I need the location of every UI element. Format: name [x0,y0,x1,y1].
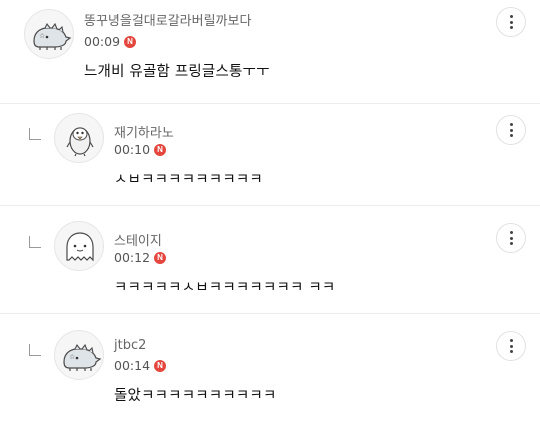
more-options-button[interactable] [496,223,526,253]
comment-timestamp: 00:10 N [114,142,167,157]
comment-timestamp: 00:09 N [84,34,137,49]
comment-item: ☆ 똥꾸녕을걸대로갈라버릴까보다 00:09 N 느개비 유골함 프링글스통ㅜㅜ [0,0,540,104]
new-badge-icon: N [124,35,137,48]
comment-nickname[interactable]: 스테이지 [114,230,162,249]
ghost-avatar-icon[interactable] [54,221,104,271]
more-vertical-icon [509,123,513,137]
comment-text: ㅅㅂㅋㅋㅋㅋㅋㅋㅋㅋㅋ [114,172,263,188]
comment-timestamp: 00:14 N [114,358,167,373]
reply-arrow-icon [29,344,41,356]
comment-nickname[interactable]: 재기하라노 [114,122,174,141]
reply-arrow-icon [29,128,41,140]
comment-nickname[interactable]: 똥꾸녕을걸대로갈라버릴까보다 [84,10,251,29]
more-options-button[interactable] [496,7,526,37]
comment-time: 00:10 [114,142,151,157]
comment-time: 00:14 [114,358,151,373]
dinosaur-avatar-icon[interactable]: ☆ [54,330,104,380]
more-vertical-icon [509,339,513,353]
dinosaur-avatar-icon[interactable]: ☆ [24,9,74,59]
new-badge-icon: N [154,251,167,264]
penguin-avatar-icon[interactable] [54,113,104,163]
comment-time: 00:12 [114,250,151,265]
svg-text:☆: ☆ [39,32,45,40]
more-vertical-icon [509,231,513,245]
more-vertical-icon [509,15,513,29]
svg-text:☆: ☆ [69,353,75,361]
reply-item: ☆ jtbc2 00:14 N 돌았ㅋㅋㅋㅋㅋㅋㅋㅋㅋㅋ [0,314,540,422]
comment-text: 돌았ㅋㅋㅋㅋㅋㅋㅋㅋㅋㅋ [114,388,277,404]
comment-text: ㅋㅋㅋㅋㅋㅅㅂㅋㅋㅋㅋㅋㅋㅋ ㅋㅋ [114,280,336,296]
reply-item: 재기하라노 00:10 N ㅅㅂㅋㅋㅋㅋㅋㅋㅋㅋㅋ [0,98,540,206]
more-options-button[interactable] [496,115,526,145]
comment-time: 00:09 [84,34,121,49]
more-options-button[interactable] [496,331,526,361]
comment-nickname[interactable]: jtbc2 [114,338,146,353]
reply-arrow-icon [29,236,41,248]
comment-timestamp: 00:12 N [114,250,167,265]
new-badge-icon: N [154,143,167,156]
reply-item: 스테이지 00:12 N ㅋㅋㅋㅋㅋㅅㅂㅋㅋㅋㅋㅋㅋㅋ ㅋㅋ [0,206,540,314]
new-badge-icon: N [154,359,167,372]
comment-text: 느개비 유골함 프링글스통ㅜㅜ [84,64,270,80]
